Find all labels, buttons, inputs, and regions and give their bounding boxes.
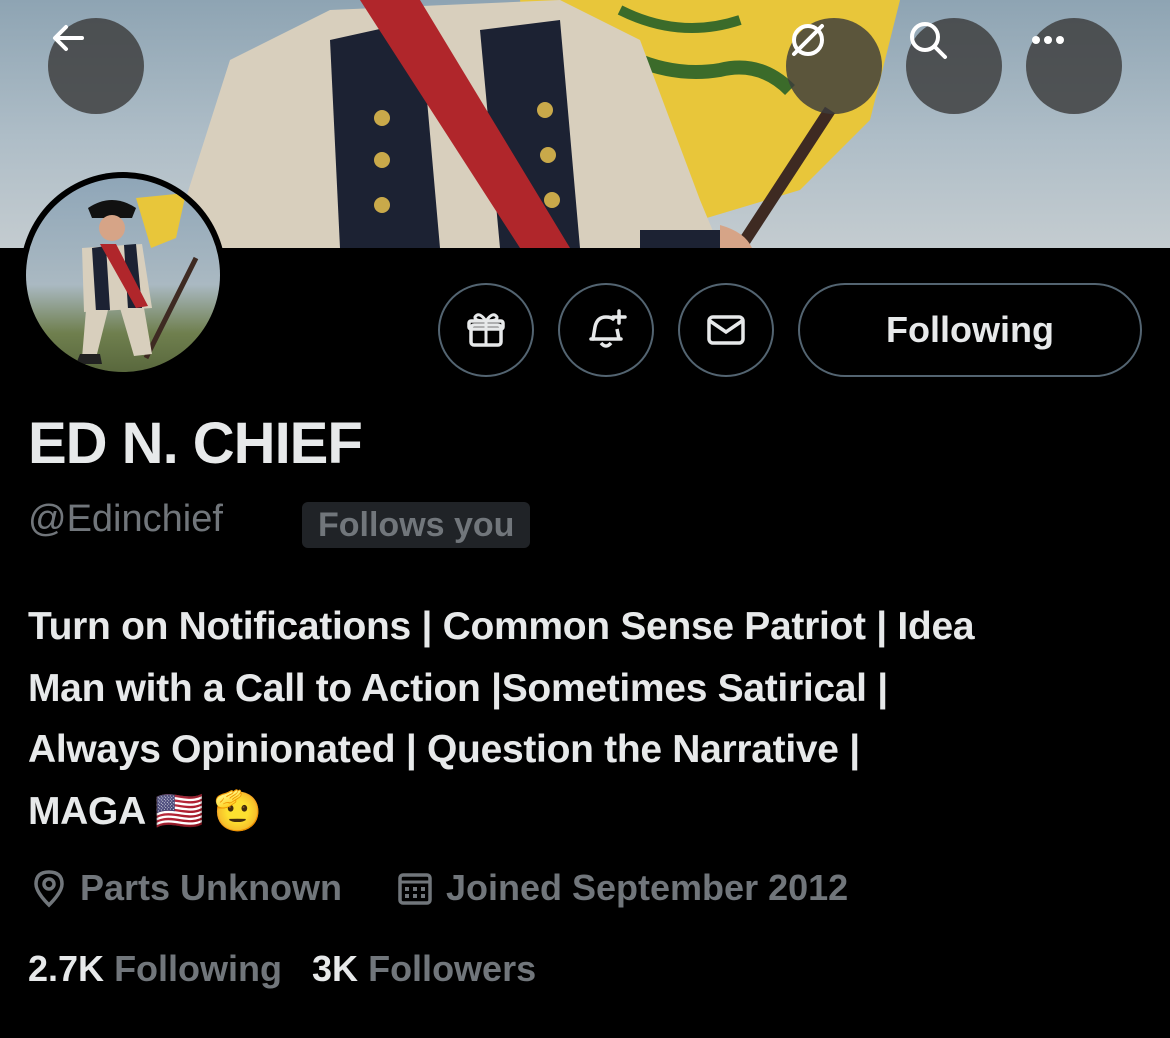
search-icon [910,22,947,59]
followers-count: 3K [312,948,359,989]
bio-line: Man with a Call to Action |Sometimes Sat… [28,666,888,710]
more-horizontal-icon [1032,36,1064,44]
search-button[interactable] [906,18,1002,114]
gift-button[interactable] [438,283,534,377]
follows-you-badge: Follows you [302,502,531,548]
following-count-link[interactable]: 2.7K Following [28,948,282,990]
join-date-text: Joined September 2012 [446,867,849,908]
followers-label: Followers [368,948,537,989]
following-button[interactable]: Following [798,283,1142,377]
avatar[interactable] [20,172,226,378]
grok-button[interactable] [786,18,882,114]
location-text: Parts Unknown [80,867,343,908]
username: @Edinchief [28,498,223,540]
join-date: Joined September 2012 [396,864,848,912]
bio-line: Turn on Notifications | Common Sense Pat… [28,605,975,648]
following-label: Following [114,948,283,989]
following-count: 2.7K [28,948,105,989]
followers-count-link[interactable]: 3K Followers [312,948,536,990]
calendar-icon [398,873,432,905]
grok-icon [792,24,824,56]
envelope-icon [707,315,745,345]
back-button[interactable] [48,18,144,114]
location: Parts Unknown [30,864,342,912]
follow-stats: 2.7K Following 3K Followers [28,948,536,990]
location-pin-icon [34,870,64,908]
arrow-left-icon [53,25,84,51]
message-button[interactable] [678,283,774,377]
profile-bio: Turn on Notifications | Common Sense Pat… [28,596,1148,842]
avatar-image [26,178,220,372]
more-button[interactable] [1026,18,1122,114]
notify-button[interactable] [558,283,654,377]
bell-plus-icon [589,309,627,348]
bio-line: MAGA 🇺🇸 🫡 [28,789,263,833]
gift-icon [467,313,505,347]
display-name: ED N. CHIEF [28,411,363,476]
bio-line: Always Opinionated | Question the Narrat… [28,728,860,771]
